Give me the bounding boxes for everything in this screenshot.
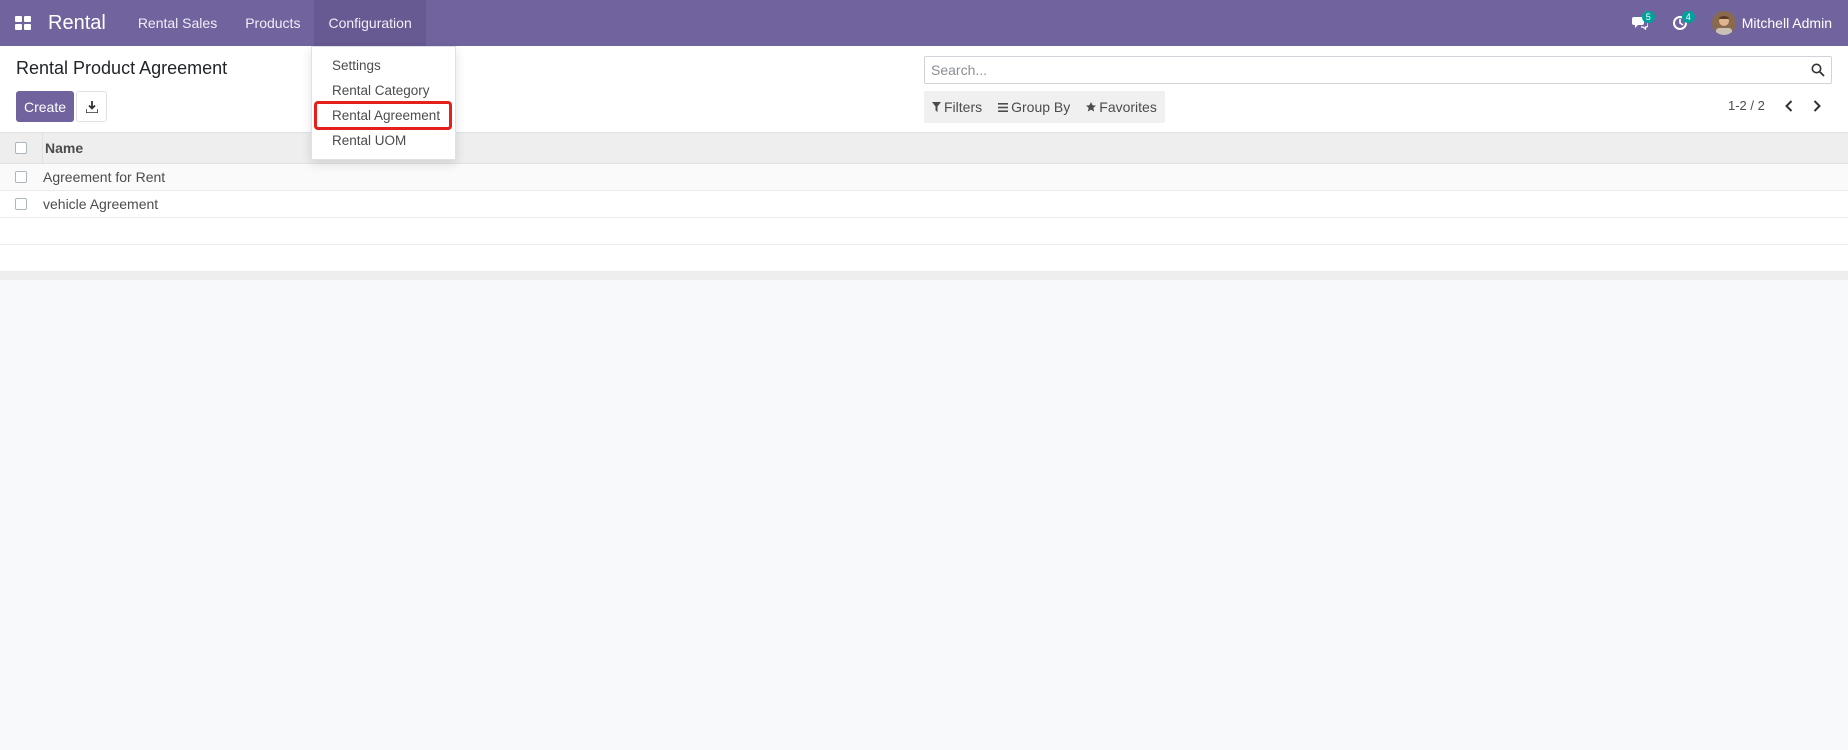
menu-item-rental-uom[interactable]: Rental UOM <box>312 128 455 153</box>
top-navbar: Rental Rental Sales Products Configurati… <box>0 0 1848 46</box>
activities-badge: 4 <box>1681 11 1695 23</box>
column-header-name[interactable]: Name <box>42 132 83 164</box>
download-icon <box>85 100 98 113</box>
chevron-right-icon <box>1813 100 1821 112</box>
select-all-checkbox[interactable] <box>15 142 27 154</box>
export-button[interactable] <box>76 91 107 122</box>
row-name-cell: Agreement for Rent <box>43 169 166 185</box>
messages-badge: 5 <box>1641 11 1655 23</box>
star-icon <box>1086 102 1097 112</box>
apps-grid-icon <box>15 16 31 30</box>
page-title: Rental Product Agreement <box>16 58 228 78</box>
filters-label: Filters <box>944 99 983 115</box>
list-icon <box>998 102 1009 112</box>
activities-button[interactable]: 4 <box>1660 0 1700 46</box>
group-by-label: Group By <box>1011 99 1071 115</box>
pager-next-button[interactable] <box>1807 96 1827 116</box>
user-menu[interactable]: Mitchell Admin <box>1700 0 1848 46</box>
menu-item-rental-category[interactable]: Rental Category <box>312 78 455 103</box>
systray: 5 4 Mitchell Admin <box>1620 0 1848 46</box>
empty-row <box>0 218 1848 245</box>
row-name-cell: vehicle Agreement <box>43 196 159 212</box>
chevron-left-icon <box>1785 100 1793 112</box>
messages-button[interactable]: 5 <box>1620 0 1660 46</box>
list-view: Name Agreement for Rent vehicle Agreemen… <box>0 132 1848 280</box>
filter-icon <box>932 102 941 112</box>
menu-item-settings[interactable]: Settings <box>312 53 455 78</box>
pager-value[interactable]: 1-2 / 2 <box>1728 98 1765 113</box>
user-name: Mitchell Admin <box>1741 15 1832 31</box>
group-by-button[interactable]: Group By <box>990 91 1078 123</box>
list-footer <box>0 272 1848 280</box>
app-brand[interactable]: Rental <box>48 12 106 35</box>
list-header: Name <box>0 132 1848 164</box>
row-checkbox[interactable] <box>15 198 27 210</box>
search-box <box>924 56 1832 84</box>
pager-previous-button[interactable] <box>1779 96 1799 116</box>
menu-configuration[interactable]: Configuration <box>314 0 426 46</box>
create-button[interactable]: Create <box>16 91 74 122</box>
menu-products[interactable]: Products <box>231 0 314 46</box>
configuration-dropdown: Settings Rental Category Rental Agreemen… <box>311 46 456 160</box>
filters-button[interactable]: Filters <box>924 91 990 123</box>
apps-menu-button[interactable] <box>0 0 46 46</box>
favorites-label: Favorites <box>1099 99 1157 115</box>
favorites-button[interactable]: Favorites <box>1078 91 1165 123</box>
avatar <box>1711 11 1736 35</box>
table-row[interactable]: Agreement for Rent <box>0 164 1848 191</box>
search-input[interactable] <box>925 57 1795 83</box>
row-checkbox[interactable] <box>15 171 27 183</box>
search-options: Filters Group By Favorites <box>924 91 1165 123</box>
empty-row <box>0 245 1848 272</box>
menu-rental-sales[interactable]: Rental Sales <box>124 0 231 46</box>
table-row[interactable]: vehicle Agreement <box>0 191 1848 218</box>
search-icon[interactable] <box>1811 63 1825 77</box>
control-panel: Rental Product Agreement Create Filters … <box>0 46 1848 133</box>
menu-item-rental-agreement[interactable]: Rental Agreement <box>314 101 452 130</box>
